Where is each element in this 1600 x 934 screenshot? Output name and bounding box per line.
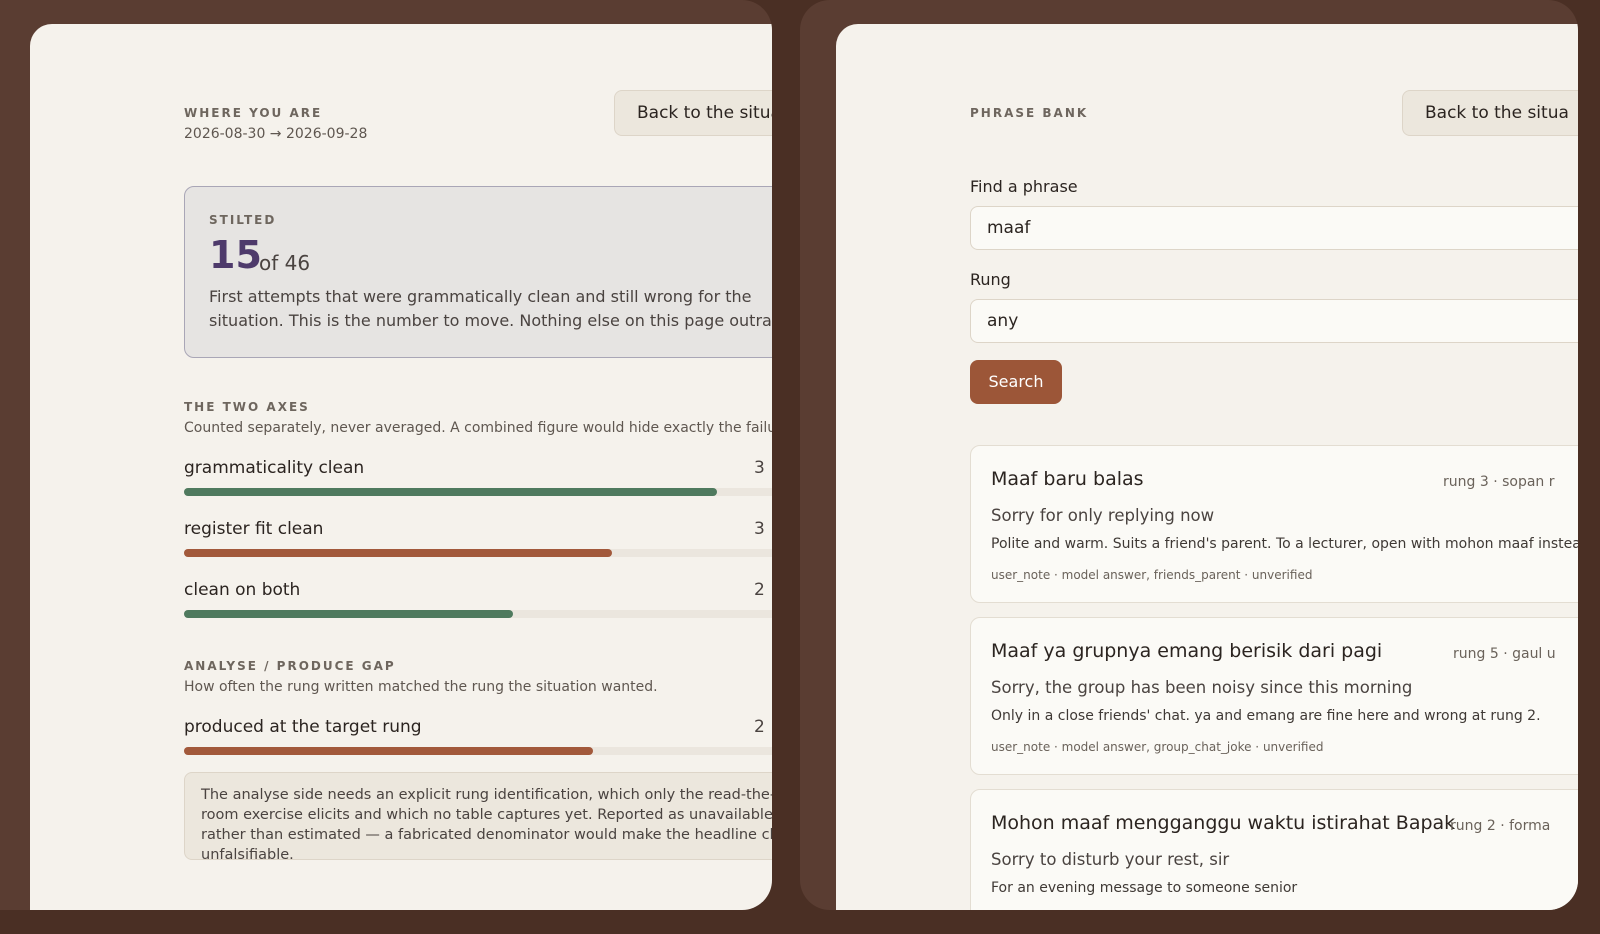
metric-grammaticality-label: grammaticality clean bbox=[184, 458, 365, 478]
result-card[interactable]: Maaf baru balas rung 3 · sopan r Sorry f… bbox=[970, 445, 1578, 603]
metric-both-fill bbox=[184, 610, 513, 618]
back-to-situation-button-right[interactable]: Back to the situa bbox=[1402, 90, 1578, 136]
gap-heading: ANALYSE / PRODUCE GAP bbox=[184, 659, 396, 673]
result-rung-meta: rung 3 · sopan r bbox=[1443, 474, 1555, 490]
result-rung-meta: rung 2 · forma bbox=[1450, 818, 1551, 834]
date-range: 2026-08-30 → 2026-09-28 bbox=[184, 126, 368, 142]
stats-panel: WHERE YOU ARE 2026-08-30 → 2026-09-28 Ba… bbox=[30, 24, 772, 910]
result-note: Only in a close friends' chat. ya and em… bbox=[991, 708, 1541, 724]
rung-label: Rung bbox=[970, 270, 1011, 289]
result-translation: Sorry to disturb your rest, sir bbox=[991, 850, 1230, 869]
metric-target-rung-value: 2 bbox=[754, 717, 765, 737]
where-you-are-heading: WHERE YOU ARE bbox=[184, 106, 323, 120]
result-rung-meta: rung 5 · gaul u bbox=[1453, 646, 1556, 662]
stilted-description: First attempts that were grammatically c… bbox=[209, 287, 772, 330]
phrase-bank-window: PHRASE BANK Back to the situa Find a phr… bbox=[800, 0, 1578, 910]
result-translation: Sorry, the group has been noisy since th… bbox=[991, 678, 1413, 697]
metric-both-label: clean on both bbox=[184, 580, 301, 600]
result-source: user_note · model answer, friends_parent… bbox=[991, 568, 1313, 582]
metric-grammaticality-bar bbox=[184, 488, 772, 496]
stilted-label: STILTED bbox=[209, 213, 277, 227]
metric-register-label: register fit clean bbox=[184, 519, 324, 539]
stilted-total: of 46 bbox=[259, 251, 311, 275]
search-button[interactable]: Search bbox=[970, 360, 1062, 404]
result-card[interactable]: Mohon maaf mengganggu waktu istirahat Ba… bbox=[970, 789, 1578, 910]
gap-note-text: The analyse side needs an explicit rung … bbox=[201, 787, 772, 863]
phrase-bank-heading: PHRASE BANK bbox=[970, 106, 1089, 120]
result-note: For an evening message to someone senior bbox=[991, 880, 1298, 896]
rung-select[interactable]: any bbox=[970, 299, 1578, 343]
metric-grammaticality-value: 3 bbox=[754, 458, 765, 478]
stilted-card: STILTED 15 of 46 First attempts that wer… bbox=[184, 186, 772, 358]
find-phrase-input[interactable]: maaf bbox=[970, 206, 1578, 250]
result-source: user_note · model answer, group_chat_jok… bbox=[991, 740, 1324, 754]
phrase-bank-panel: PHRASE BANK Back to the situa Find a phr… bbox=[836, 24, 1578, 910]
metric-both-bar bbox=[184, 610, 772, 618]
find-phrase-label: Find a phrase bbox=[970, 177, 1078, 196]
result-phrase: Mohon maaf mengganggu waktu istirahat Ba… bbox=[991, 812, 1456, 834]
result-translation: Sorry for only replying now bbox=[991, 506, 1215, 525]
stats-window: WHERE YOU ARE 2026-08-30 → 2026-09-28 Ba… bbox=[0, 0, 772, 910]
result-phrase: Maaf ya grupnya emang berisik dari pagi bbox=[991, 640, 1383, 662]
two-axes-subtitle: Counted separately, never averaged. A co… bbox=[184, 420, 772, 436]
metric-target-rung-fill bbox=[184, 747, 594, 755]
stilted-count: 15 bbox=[209, 233, 262, 277]
gap-subtitle: How often the rung written matched the r… bbox=[184, 679, 658, 695]
gap-note: The analyse side needs an explicit rung … bbox=[184, 772, 772, 863]
metric-register-value: 3 bbox=[754, 519, 765, 539]
metric-register-bar bbox=[184, 549, 772, 557]
two-axes-heading: THE TWO AXES bbox=[184, 400, 310, 414]
result-card[interactable]: Maaf ya grupnya emang berisik dari pagi … bbox=[970, 617, 1578, 775]
result-phrase: Maaf baru balas bbox=[991, 468, 1144, 490]
metric-register-fill bbox=[184, 549, 612, 557]
metric-grammaticality-fill bbox=[184, 488, 718, 496]
metric-target-rung-bar bbox=[184, 747, 772, 755]
back-to-situation-button[interactable]: Back to the situa bbox=[614, 90, 772, 136]
metric-both-value: 2 bbox=[754, 580, 765, 600]
metric-target-rung-label: produced at the target rung bbox=[184, 717, 422, 737]
result-note: Polite and warm. Suits a friend's parent… bbox=[991, 536, 1578, 552]
